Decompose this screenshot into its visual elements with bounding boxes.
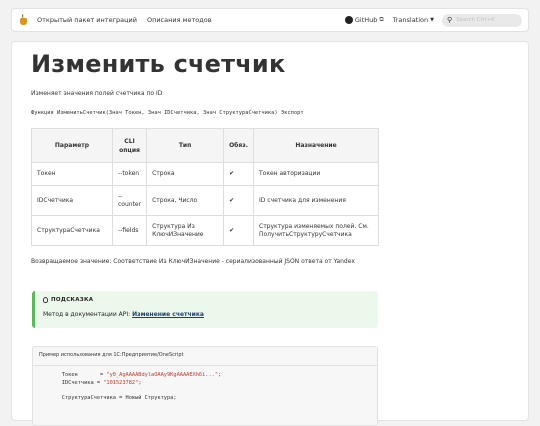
search-box[interactable]: ⚲: [442, 13, 522, 27]
table-cell: IDСчетчика: [31, 185, 113, 216]
table-cell: Структура изменяемых полей. См. Получить…: [253, 215, 379, 246]
return-value-text: Возвращаемое значение: Соответствие Из К…: [31, 258, 355, 265]
table-cell: --counter: [111, 185, 148, 216]
page-description: Изменяет значения полей счетчика по ID: [31, 90, 163, 97]
github-link[interactable]: GitHub ⧉: [344, 16, 384, 24]
table-cell: --fields: [111, 215, 148, 246]
table-row: Токен --token Строка ✔ Токен авторизации: [31, 162, 379, 186]
code-example-block: Пример использования для 1С:Предприятие/…: [32, 346, 378, 426]
nav-link-methods[interactable]: Описания методов: [147, 16, 212, 24]
hint-title: ПОДСКАЗКА: [43, 297, 93, 303]
table-cell: Токен авторизации: [253, 162, 379, 186]
code-body: Токен = "y0_AgAAAABdylaOAAy9KgAAAAEXh6i.…: [49, 372, 221, 402]
table-cell: Строка, Число: [146, 185, 225, 216]
table-header-row: Параметр CLI опция Тип Обяз. Назначение: [31, 128, 379, 163]
hint-label: ПОДСКАЗКА: [51, 297, 94, 303]
hint-text: Метод в документации API: Изменение счет…: [43, 311, 204, 318]
api-doc-link[interactable]: Изменение счетчика: [132, 311, 204, 318]
code-text: IDСчетчика =: [49, 379, 104, 386]
top-navbar: Открытый пакет интеграций Описания метод…: [11, 8, 529, 32]
hint-text-prefix: Метод в документации API:: [43, 311, 133, 318]
table-row: СтруктураСчетчика --fields Структура Из …: [31, 215, 379, 246]
table-cell: СтруктураСчетчика: [31, 215, 113, 246]
translation-dropdown[interactable]: Translation ▼: [393, 16, 434, 24]
logo-icon[interactable]: [19, 14, 29, 26]
check-icon: ✔: [223, 185, 254, 216]
table-cell: --token: [111, 162, 148, 186]
table-cell: Токен: [31, 162, 113, 186]
code-string: "y0_AgAAAABdylaOAAy9KgAAAAEXh6i...": [106, 372, 219, 378]
col-header: Параметр: [31, 128, 113, 163]
code-string: "101523782": [103, 379, 139, 386]
github-label: GitHub: [354, 16, 378, 24]
check-icon: ✔: [223, 215, 254, 246]
code-text: Токен =: [49, 372, 107, 378]
search-input[interactable]: [456, 17, 515, 23]
code-text: ;: [138, 379, 142, 386]
check-icon: ✔: [223, 162, 254, 186]
hint-callout: ПОДСКАЗКА Метод в документации API: Изме…: [32, 291, 378, 328]
page-title: Изменить счетчик: [31, 50, 286, 78]
table-row: IDСчетчика --counter Строка, Число ✔ ID …: [31, 185, 379, 216]
col-header: Тип: [146, 128, 225, 163]
table-cell: Структура Из КлючИЗначение: [146, 215, 225, 246]
table-cell: ID счетчика для изменения: [253, 185, 379, 216]
github-icon: [344, 16, 353, 24]
function-signature: Функция ИзменитьСчетчик(Знач Токен, Знач…: [31, 110, 304, 116]
caret-down-icon: ▼: [430, 17, 434, 23]
code-block-title: Пример использования для 1С:Предприятие/…: [39, 352, 184, 358]
col-header: Назначение: [253, 128, 379, 163]
translation-label: Translation: [392, 16, 429, 24]
nav-link-integrations[interactable]: Открытый пакет интеграций: [37, 16, 137, 24]
lightbulb-icon: [43, 297, 48, 303]
external-link-icon: ⧉: [379, 16, 384, 23]
col-header: CLI опция: [111, 128, 148, 163]
search-icon: ⚲: [447, 16, 453, 24]
table-cell: Строка: [146, 162, 225, 186]
code-text: СтруктураСчетчика = Новый Структура;: [49, 394, 177, 401]
code-text: ;: [218, 372, 222, 378]
parameters-table: Параметр CLI опция Тип Обяз. Назначение …: [31, 128, 379, 246]
col-header: Обяз.: [223, 128, 254, 163]
divider: [33, 365, 377, 366]
content-card: Изменить счетчик Изменяет значения полей…: [11, 41, 529, 426]
